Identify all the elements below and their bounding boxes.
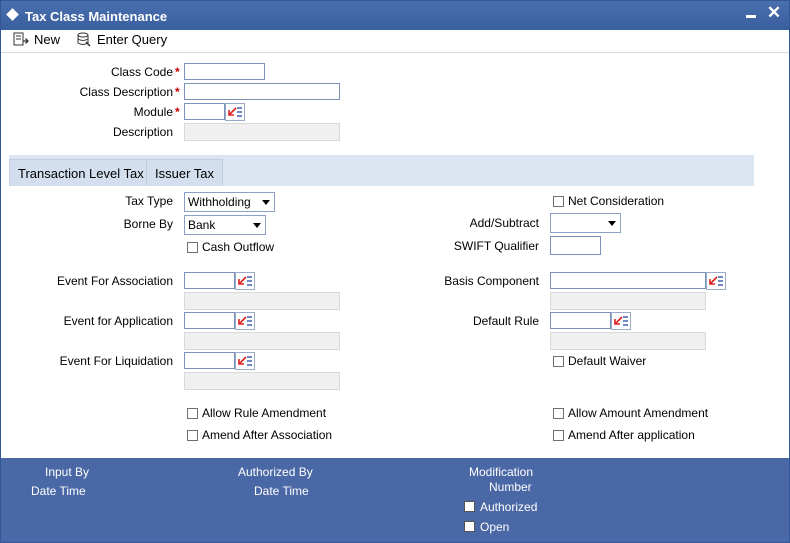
- event-for-application-lov-button[interactable]: [235, 312, 255, 330]
- date-time-label: Date Time: [254, 484, 309, 498]
- cash-outflow-checkbox[interactable]: [187, 242, 198, 253]
- basis-component-lov-button[interactable]: [706, 272, 726, 290]
- lov-icon: [614, 316, 623, 325]
- description-label: Description: [112, 125, 173, 139]
- event-for-association-lov-button[interactable]: [235, 272, 255, 290]
- class-code-label: Class Code: [110, 65, 173, 79]
- lov-icon: [238, 356, 247, 365]
- default-rule-label: Default Rule: [472, 314, 539, 328]
- tax-type-label: Tax Type: [125, 194, 173, 208]
- class-description-label: Class Description: [79, 85, 173, 99]
- tax-class-maintenance-window: Tax Class Maintenance ✕ New Enter Query: [0, 0, 790, 543]
- input-by-label: Input By: [45, 465, 90, 479]
- authorized-checkbox[interactable]: [464, 501, 475, 512]
- new-icon: [13, 32, 29, 46]
- event-for-liquidation-input[interactable]: [184, 352, 235, 369]
- lov-icon: [709, 276, 718, 285]
- amend-after-association-label: Amend After Association: [202, 428, 333, 442]
- chevron-down-icon: [608, 221, 616, 226]
- enter-query-label: Enter Query: [97, 32, 168, 47]
- lov-icon: [228, 107, 237, 116]
- swift-qualifier-label: SWIFT Qualifier: [453, 239, 539, 253]
- description-field: [184, 123, 340, 141]
- default-waiver-checkbox[interactable]: [553, 356, 564, 367]
- amend-after-application-checkbox[interactable]: [553, 430, 564, 441]
- module-lov-button[interactable]: [225, 103, 245, 121]
- basis-component-input[interactable]: [550, 272, 706, 289]
- event-for-association-label: Event For Association: [56, 274, 173, 288]
- tab-strip: Transaction Level Tax Issuer Tax: [9, 155, 754, 186]
- allow-rule-amendment-label: Allow Rule Amendment: [202, 406, 327, 420]
- lov-lines-icon: [623, 316, 628, 326]
- event-for-liquidation-label: Event For Liquidation: [59, 354, 173, 368]
- lov-icon: [238, 276, 247, 285]
- modification-label: Modification: [469, 465, 534, 479]
- open-label: Open: [480, 520, 510, 534]
- event-for-application-input[interactable]: [184, 312, 235, 329]
- add-subtract-label: Add/Subtract: [469, 216, 539, 230]
- required-marker: *: [175, 65, 180, 79]
- default-rule-input[interactable]: [550, 312, 611, 329]
- number-label: Number: [489, 480, 532, 494]
- lov-lines-icon: [718, 276, 723, 286]
- authorized-label: Authorized: [480, 500, 538, 514]
- event-for-association-input[interactable]: [184, 272, 235, 289]
- title-bar: Tax Class Maintenance ✕: [1, 1, 789, 30]
- add-subtract-select[interactable]: [550, 213, 621, 233]
- new-button[interactable]: New: [13, 31, 63, 49]
- chevron-down-icon: [253, 223, 261, 228]
- enter-query-button[interactable]: Enter Query: [76, 31, 171, 49]
- basis-component-label: Basis Component: [444, 274, 539, 288]
- default-rule-description: [550, 332, 706, 350]
- net-consideration-label: Net Consideration: [568, 194, 665, 208]
- required-marker: *: [175, 85, 180, 99]
- open-checkbox[interactable]: [464, 521, 475, 532]
- event-for-liquidation-description: [184, 372, 340, 390]
- allow-rule-amendment-checkbox[interactable]: [187, 408, 198, 419]
- new-label: New: [34, 32, 61, 47]
- toolbar: New Enter Query: [1, 30, 789, 53]
- net-consideration-checkbox[interactable]: [553, 196, 564, 207]
- required-marker: *: [175, 105, 180, 119]
- cash-outflow-label: Cash Outflow: [202, 240, 275, 254]
- lov-lines-icon: [247, 356, 252, 366]
- class-description-input[interactable]: [184, 83, 340, 100]
- tab-issuer-tax[interactable]: Issuer Tax: [146, 159, 224, 186]
- close-icon[interactable]: ✕: [766, 4, 782, 22]
- lov-icon: [238, 316, 247, 325]
- default-rule-lov-button[interactable]: [611, 312, 631, 330]
- window-icon: [6, 8, 19, 21]
- event-for-application-description: [184, 332, 340, 350]
- lov-lines-icon: [247, 316, 252, 326]
- amend-after-application-label: Amend After application: [568, 428, 695, 442]
- tax-type-select[interactable]: Withholding: [184, 192, 275, 212]
- lov-lines-icon: [237, 107, 242, 117]
- default-waiver-label: Default Waiver: [568, 354, 647, 368]
- authorized-by-label: Authorized By: [238, 465, 313, 479]
- amend-after-association-checkbox[interactable]: [187, 430, 198, 441]
- module-input[interactable]: [184, 103, 225, 120]
- event-for-liquidation-lov-button[interactable]: [235, 352, 255, 370]
- allow-amount-amendment-checkbox[interactable]: [553, 408, 564, 419]
- borne-by-value: Bank: [188, 218, 216, 232]
- borne-by-select[interactable]: Bank: [184, 215, 266, 235]
- minimize-icon[interactable]: [746, 15, 756, 18]
- event-for-association-description: [184, 292, 340, 310]
- event-for-application-label: Event for Application: [63, 314, 173, 328]
- allow-amount-amendment-label: Allow Amount Amendment: [568, 406, 709, 420]
- window-title: Tax Class Maintenance: [25, 9, 168, 24]
- borne-by-label: Borne By: [123, 217, 173, 231]
- chevron-down-icon: [262, 200, 270, 205]
- enter-query-icon: [77, 32, 91, 47]
- date-time-label: Date Time: [31, 484, 86, 498]
- basis-component-description: [550, 292, 706, 310]
- class-code-input[interactable]: [184, 63, 265, 80]
- lov-lines-icon: [247, 276, 252, 286]
- swift-qualifier-input[interactable]: [550, 236, 601, 255]
- tax-type-value: Withholding: [188, 195, 251, 209]
- module-label: Module: [133, 105, 173, 119]
- audit-footer: Input By Date Time Authorized By Date Ti…: [1, 458, 789, 542]
- tab-transaction-level-tax[interactable]: Transaction Level Tax: [9, 159, 153, 186]
